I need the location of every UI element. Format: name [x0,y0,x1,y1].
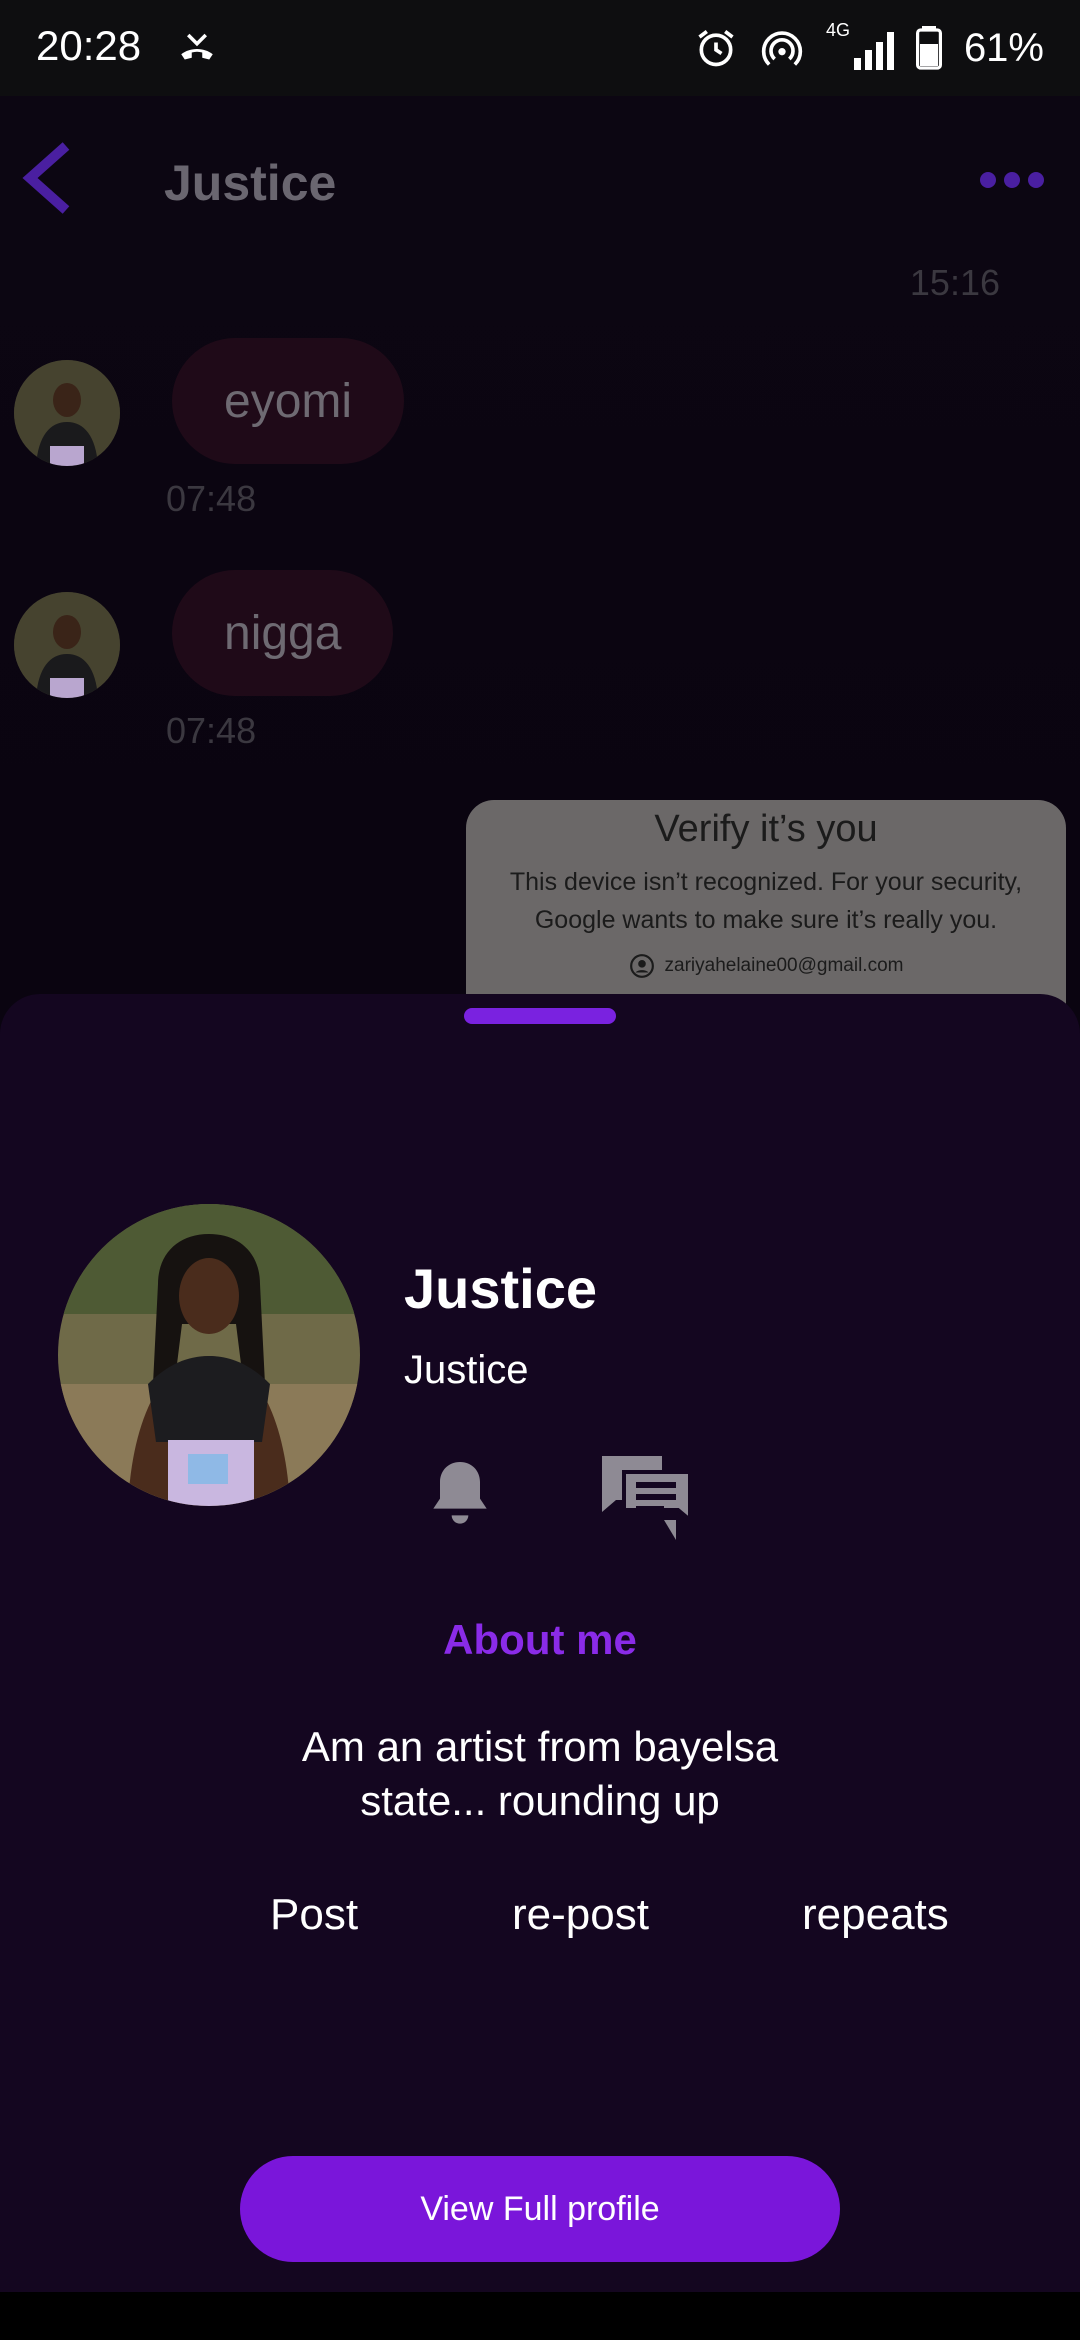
about-me-text: Am an artist from bayelsa state... round… [301,1723,779,1824]
battery-icon [915,26,942,70]
avatar[interactable] [14,592,120,698]
status-bar: 20:28 4G 61% [0,0,1080,96]
message-text: nigga [224,606,342,660]
message-bubble[interactable]: eyomi [172,338,405,464]
attachment-title: Verify it’s you [654,808,878,850]
bell-icon[interactable] [420,1452,500,1532]
message-time: 15:16 [909,262,1000,303]
sheet-drag-handle[interactable] [464,1008,616,1024]
profile-name: Justice [404,1257,597,1320]
profile-bottom-sheet: Justice Justice About me Am an artist fr… [0,994,1080,2292]
message-text: eyomi [224,374,353,428]
profile-photo[interactable] [58,1204,360,1506]
account-icon [629,954,654,978]
message-time: 07:48 [166,710,257,751]
battery-percent: 61% [963,25,1044,70]
back-arrow-icon[interactable] [18,138,78,218]
chat-title: Justice [164,155,337,211]
about-me-heading: About me [443,1616,637,1663]
tab-post[interactable]: Post [270,1890,358,1940]
avatar[interactable] [14,360,120,466]
network-type: 4G [825,20,850,40]
missed-call-icon [181,33,213,60]
tab-repost[interactable]: re-post [512,1890,649,1940]
status-time: 20:28 [36,22,142,69]
hotspot-icon [761,31,803,66]
attachment-email-text: zariyahelaine00@gmail.com [664,955,904,976]
signal-icon: 4G [826,20,894,70]
message-icon[interactable] [596,1450,696,1544]
alarm-icon [698,30,734,67]
profile-username: Justice [404,1348,529,1392]
view-full-profile-label: View Full profile [420,2189,660,2228]
system-navigation-bar [0,2292,1080,2340]
tab-repeats[interactable]: repeats [802,1890,949,1940]
message-bubble[interactable]: nigga [172,570,394,696]
view-full-profile-button[interactable]: View Full profile [240,2156,840,2262]
attachment-body: This device isn’t recognized. For your s… [509,868,1023,934]
chat-header: Justice [0,96,1080,266]
image-attachment[interactable]: Verify it’s you This device isn’t recogn… [466,800,1066,1020]
message-time: 07:48 [166,478,257,519]
more-options-icon[interactable] [980,168,1044,192]
attachment-email: zariyahelaine00@gmail.com [466,953,1066,979]
